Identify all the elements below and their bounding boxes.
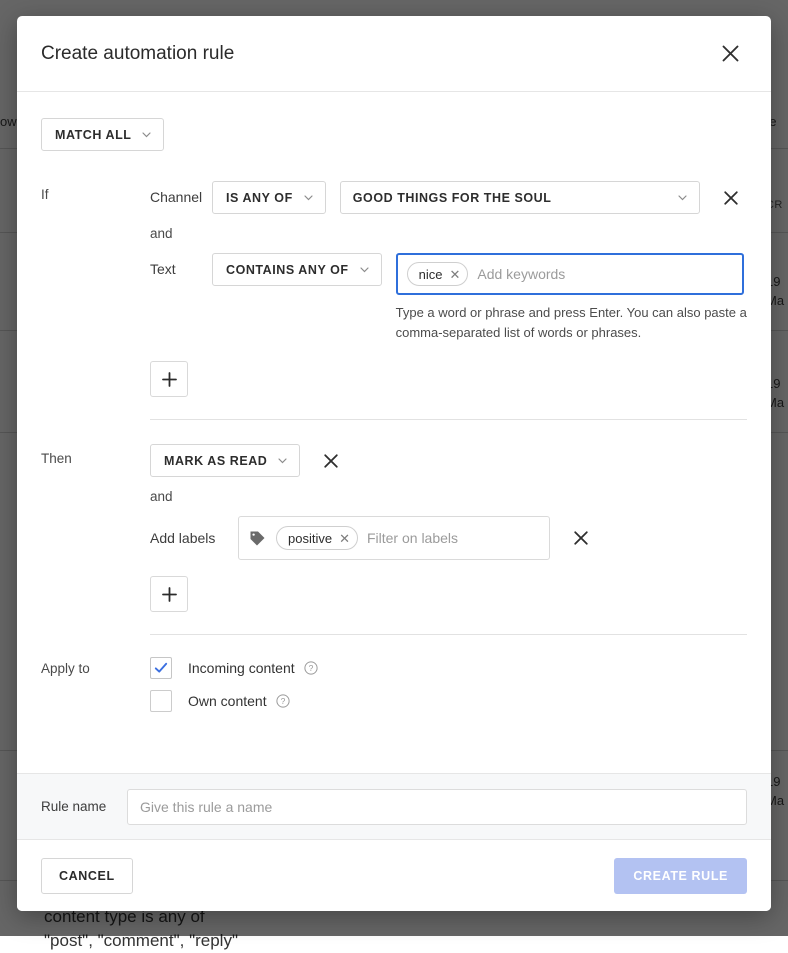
create-rule-button[interactable]: CREATE RULE [614, 858, 747, 894]
condition-field-label: Text [150, 253, 212, 286]
remove-action-button[interactable] [318, 448, 344, 474]
keyword-chip-label: nice [419, 267, 443, 282]
condition-row-channel: Channel IS ANY OF GOOD THINGS FOR THE SO… [150, 181, 747, 214]
add-condition-button[interactable] [150, 361, 188, 397]
chevron-down-icon [276, 454, 289, 467]
action-row-add-labels: Add labels positive ✕ Filter on labels [150, 516, 747, 560]
rule-name-input[interactable] [127, 789, 747, 825]
dialog-footer: CANCEL CREATE RULE [17, 839, 771, 911]
add-action-button[interactable] [150, 576, 188, 612]
apply-to-label: Apply to [41, 661, 90, 676]
condition-field-label: Channel [150, 181, 212, 214]
rule-name-bar: Rule name [17, 773, 771, 839]
tag-icon [249, 530, 266, 547]
help-circle-icon[interactable]: ? [304, 661, 318, 675]
apply-to-option-incoming[interactable]: Incoming content ? [150, 657, 747, 679]
condition-operator-select[interactable]: CONTAINS ANY OF [212, 253, 382, 286]
remove-condition-button[interactable] [766, 263, 771, 289]
create-automation-rule-dialog: Create automation rule MATCH ALL If Chan… [17, 16, 771, 911]
remove-label-icon[interactable]: ✕ [339, 532, 350, 545]
action-label: MARK AS READ [164, 454, 267, 468]
own-content-label: Own content [188, 693, 267, 709]
remove-action-button[interactable] [568, 525, 594, 551]
page-title: Create automation rule [41, 43, 234, 65]
chevron-down-icon [302, 191, 315, 204]
condition-operator-label: IS ANY OF [226, 191, 293, 205]
then-label: Then [41, 451, 72, 466]
action-row-mark-as-read: MARK AS READ [150, 444, 747, 477]
own-content-checkbox[interactable] [150, 690, 172, 712]
condition-value-select[interactable]: GOOD THINGS FOR THE SOUL [340, 181, 700, 214]
action-field-label: Add labels [150, 516, 238, 560]
labels-placeholder: Filter on labels [367, 530, 458, 546]
condition-row-text: Text CONTAINS ANY OF nice ✕ Add keywords [150, 253, 747, 343]
match-all-label: MATCH ALL [55, 128, 131, 142]
chevron-down-icon [140, 128, 153, 141]
incoming-content-checkbox[interactable] [150, 657, 172, 679]
match-all-select[interactable]: MATCH ALL [41, 118, 164, 151]
action-conjunction-label: and [150, 489, 747, 504]
keywords-input[interactable]: nice ✕ Add keywords [396, 253, 744, 295]
condition-operator-label: CONTAINS ANY OF [226, 263, 349, 277]
chevron-down-icon [358, 263, 371, 276]
svg-text:?: ? [280, 696, 285, 706]
then-section: Then MARK AS READ and Add labels [41, 444, 747, 612]
incoming-content-label: Incoming content [188, 660, 295, 676]
condition-conjunction-label: and [150, 226, 747, 241]
if-label: If [41, 187, 49, 202]
match-mode-row: MATCH ALL [41, 118, 747, 151]
apply-to-option-own[interactable]: Own content ? [150, 690, 747, 712]
cancel-button[interactable]: CANCEL [41, 858, 133, 894]
keyword-chip: nice ✕ [407, 262, 469, 286]
close-icon[interactable] [713, 37, 747, 71]
label-chip: positive ✕ [276, 526, 358, 550]
rule-name-label: Rule name [41, 799, 127, 814]
condition-operator-select[interactable]: IS ANY OF [212, 181, 326, 214]
remove-keyword-icon[interactable]: ✕ [449, 268, 460, 281]
action-select[interactable]: MARK AS READ [150, 444, 300, 477]
keywords-placeholder: Add keywords [477, 266, 565, 282]
condition-value-label: GOOD THINGS FOR THE SOUL [353, 191, 552, 205]
dialog-header: Create automation rule [17, 16, 771, 92]
dialog-body: MATCH ALL If Channel IS ANY OF GOOD T [17, 92, 771, 773]
apply-to-section: Apply to Incoming content ? Own content [41, 657, 747, 712]
remove-condition-button[interactable] [718, 185, 744, 211]
labels-input[interactable]: positive ✕ Filter on labels [238, 516, 550, 560]
chevron-down-icon [676, 191, 689, 204]
label-chip-label: positive [288, 531, 332, 546]
svg-text:?: ? [308, 663, 313, 673]
if-section: If Channel IS ANY OF GOOD THINGS FOR THE… [41, 181, 747, 397]
help-circle-icon[interactable]: ? [276, 694, 290, 708]
keywords-hint: Type a word or phrase and press Enter. Y… [396, 303, 748, 343]
